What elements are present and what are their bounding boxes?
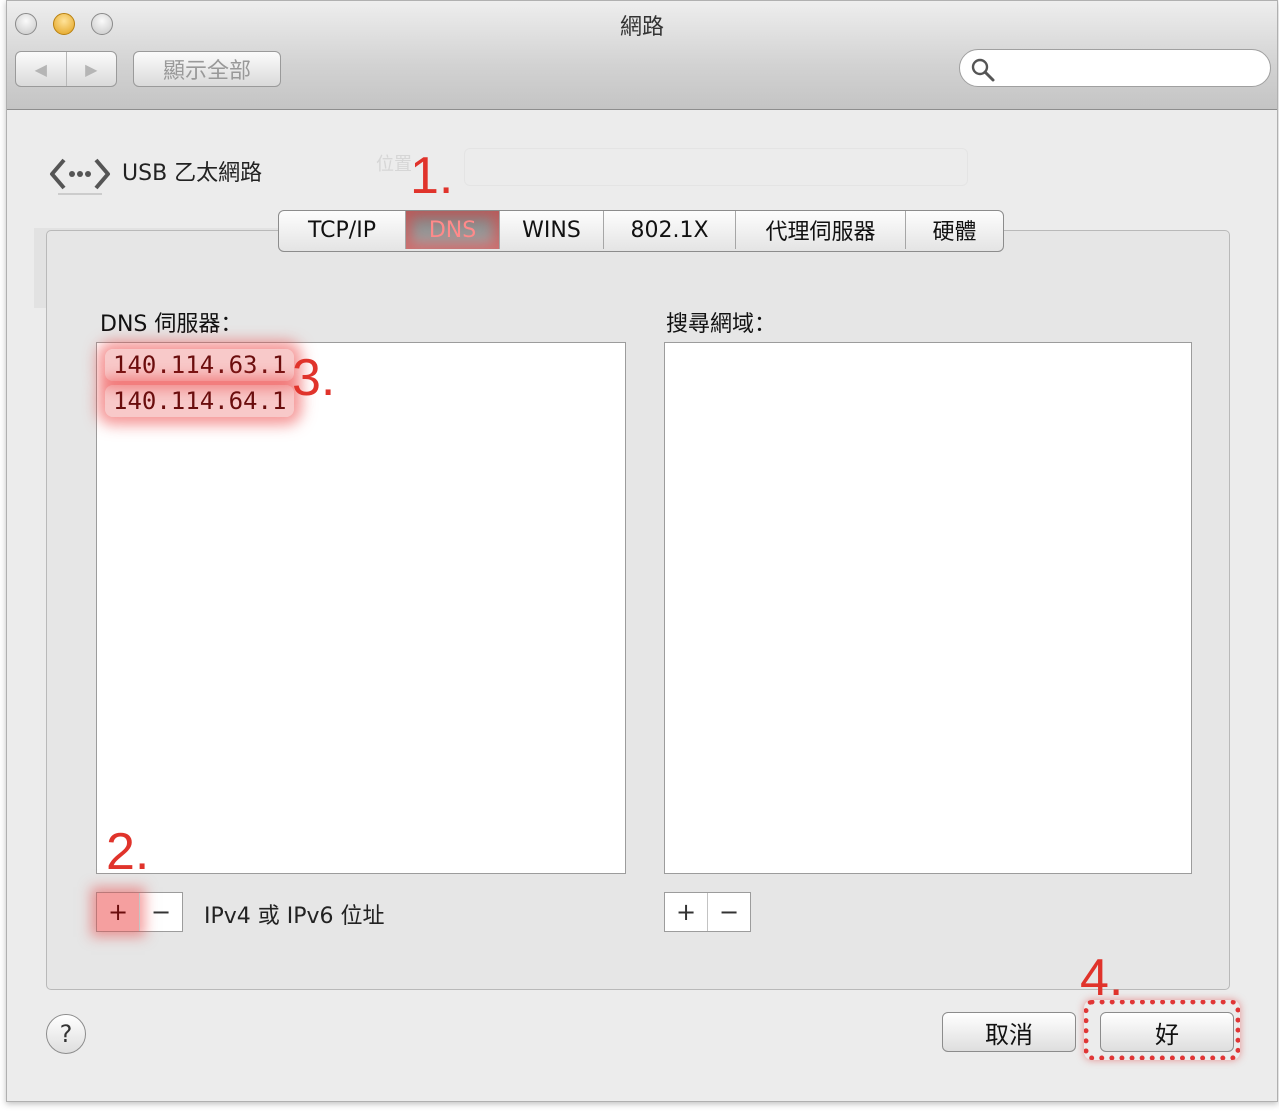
interface-name: USB 乙太網路 (122, 161, 263, 186)
show-all-button[interactable]: 顯示全部 (133, 51, 281, 87)
window-title: 網路 (619, 15, 664, 40)
add-search-domain-button[interactable]: + (665, 893, 707, 931)
search-domains-label: 搜尋網域： (666, 312, 777, 337)
tab-dns-label: DNS (428, 217, 477, 243)
step-2-annotation: 2. (106, 823, 150, 881)
remove-dns-server-button[interactable]: − (139, 893, 182, 931)
tab-dns[interactable]: DNS (405, 211, 499, 249)
ok-button-highlight (1084, 1000, 1240, 1060)
tab-hardware[interactable]: 硬體 (905, 211, 1003, 249)
step-4-annotation: 4. (1080, 949, 1124, 1007)
location-ghost-label: 位置 (376, 154, 412, 175)
title-bar: 網路 ◀ ▶ 顯示全部 (7, 1, 1277, 110)
search-domain-add-remove-control: + − (664, 892, 751, 932)
help-icon[interactable]: ? (46, 1014, 86, 1054)
dns-address-hint: IPv4 或 IPv6 位址 (204, 904, 385, 929)
search-icon (970, 57, 996, 87)
step-3-annotation: 3. (292, 349, 336, 407)
dns-servers-list[interactable]: 140.114.63.1 140.114.64.1 (96, 342, 626, 874)
dns-server-entry[interactable]: 140.114.64.1 (105, 385, 295, 417)
tab-8021x[interactable]: 802.1X (603, 211, 735, 249)
search-field[interactable] (959, 49, 1271, 87)
back-button[interactable]: ◀ (16, 52, 66, 86)
step-1-annotation: 1. (410, 147, 454, 205)
tab-wins[interactable]: WINS (499, 211, 603, 249)
dns-servers-label: DNS 伺服器： (100, 312, 243, 337)
settings-tabs: TCP/IP DNS WINS 802.1X 代理伺服器 硬體 (278, 210, 1004, 252)
search-domains-list[interactable] (664, 342, 1192, 874)
back-forward-control: ◀ ▶ (15, 51, 117, 87)
tab-tcpip[interactable]: TCP/IP (279, 211, 405, 249)
dns-add-remove-control: + − (96, 892, 183, 932)
ethernet-icon (48, 150, 112, 202)
forward-button[interactable]: ▶ (65, 52, 117, 86)
remove-search-domain-button[interactable]: − (707, 893, 750, 931)
tab-proxies[interactable]: 代理伺服器 (735, 211, 905, 249)
cancel-button[interactable]: 取消 (942, 1012, 1076, 1052)
add-dns-server-button[interactable]: + (97, 893, 139, 931)
location-ghost-popup (464, 148, 968, 186)
dns-server-entry[interactable]: 140.114.63.1 (105, 349, 295, 381)
